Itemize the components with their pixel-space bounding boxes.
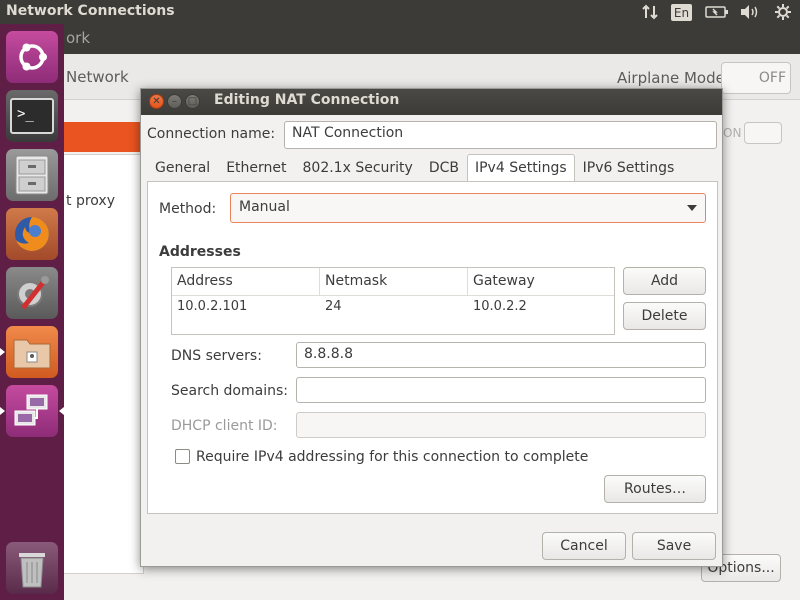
save-button[interactable]: Save	[632, 532, 716, 560]
gateway-cell[interactable]: 10.0.2.2	[468, 297, 614, 321]
column-header-address[interactable]: Address	[172, 268, 320, 296]
ubuntu-dash-icon[interactable]	[6, 31, 58, 83]
minimize-icon[interactable]: –	[167, 94, 182, 109]
launcher-running-indicator	[0, 348, 5, 356]
gear-icon[interactable]	[773, 3, 793, 21]
network-title[interactable]: Network	[66, 68, 129, 86]
dns-servers-label: DNS servers:	[171, 348, 262, 364]
connection-name-label: Connection name:	[147, 126, 276, 142]
add-address-button[interactable]: Add	[623, 267, 706, 295]
search-domains-label: Search domains:	[171, 383, 288, 399]
tab-ethernet[interactable]: Ethernet	[218, 154, 294, 182]
firefox-icon[interactable]	[6, 208, 58, 260]
address-cell[interactable]: 10.0.2.101	[172, 297, 320, 321]
close-icon[interactable]: ✕	[149, 94, 164, 109]
dhcp-client-id-label: DHCP client ID:	[171, 418, 278, 434]
dns-servers-field[interactable]: 8.8.8.8	[296, 342, 706, 368]
method-dropdown[interactable]: Manual	[230, 193, 706, 223]
airplane-mode-toggle-label: OFF	[758, 70, 786, 86]
tab-ipv6-settings[interactable]: IPv6 Settings	[575, 154, 683, 182]
dialog-title: Editing NAT Connection	[214, 92, 400, 108]
launcher-running-indicator	[0, 407, 5, 415]
file-manager-icon[interactable]	[6, 326, 58, 378]
routes-button[interactable]: Routes…	[604, 475, 706, 503]
battery-icon[interactable]	[704, 3, 730, 21]
maximize-icon[interactable]: □	[185, 94, 200, 109]
file-cabinet-icon[interactable]	[6, 149, 58, 201]
bg-window-header: ork	[64, 24, 800, 54]
system-settings-icon[interactable]	[6, 267, 58, 319]
dhcp-client-id-field	[296, 412, 706, 438]
tab-general[interactable]: General	[147, 154, 218, 182]
column-header-netmask[interactable]: Netmask	[320, 268, 468, 296]
netmask-cell[interactable]: 24	[320, 297, 468, 321]
airplane-mode-label: Airplane Mode	[617, 69, 725, 87]
bg-selected-sidebar-item[interactable]	[64, 122, 144, 152]
tab-ipv4-settings[interactable]: IPv4 Settings	[466, 154, 575, 182]
method-value: Manual	[239, 199, 290, 215]
addresses-table[interactable]: Address Netmask Gateway 10.0.2.101 24 10…	[171, 267, 615, 335]
ipv4-settings-panel: Method: Manual Addresses Address Netmask…	[147, 181, 718, 514]
connection-name-field[interactable]: NAT Connection	[284, 121, 717, 149]
keyboard-language-indicator[interactable]: En	[671, 4, 692, 21]
cancel-button[interactable]: Cancel	[542, 532, 626, 560]
search-domains-field[interactable]	[296, 377, 706, 403]
require-ipv4-checkbox[interactable]	[175, 449, 190, 464]
method-label: Method:	[159, 201, 217, 217]
bg-sidebar-list: t proxy	[64, 154, 144, 574]
require-ipv4-label[interactable]: Require IPv4 addressing for this connect…	[196, 449, 588, 465]
app-title: Network Connections	[6, 3, 175, 19]
launcher: >_	[0, 24, 64, 600]
tab-dcb[interactable]: DCB	[421, 154, 467, 182]
chevron-down-icon	[687, 205, 697, 211]
delete-address-button[interactable]: Delete	[623, 302, 706, 330]
terminal-icon[interactable]: >_	[6, 90, 58, 142]
settings-tabs: General Ethernet 802.1x Security DCB IPv…	[147, 154, 682, 182]
network-connections-icon[interactable]	[6, 385, 58, 437]
wired-toggle-label: ON	[723, 126, 742, 140]
editing-connection-dialog: ✕ – □ Editing NAT Connection Connection …	[140, 88, 723, 567]
trash-icon[interactable]	[6, 542, 58, 594]
network-updown-icon[interactable]	[640, 3, 660, 21]
addresses-heading: Addresses	[159, 244, 241, 260]
top-panel: Network Connections En	[0, 0, 800, 24]
network-proxy-item[interactable]: t proxy	[66, 193, 115, 209]
airplane-mode-toggle[interactable]: OFF	[721, 62, 791, 94]
bg-window-title-partial: ork	[66, 29, 91, 47]
dialog-titlebar[interactable]: ✕ – □ Editing NAT Connection	[141, 89, 722, 115]
wired-connection-toggle[interactable]: ON	[723, 122, 782, 144]
volume-icon[interactable]	[738, 3, 762, 21]
tab-802-1x-security[interactable]: 802.1x Security	[295, 154, 421, 182]
column-header-gateway[interactable]: Gateway	[468, 268, 614, 296]
